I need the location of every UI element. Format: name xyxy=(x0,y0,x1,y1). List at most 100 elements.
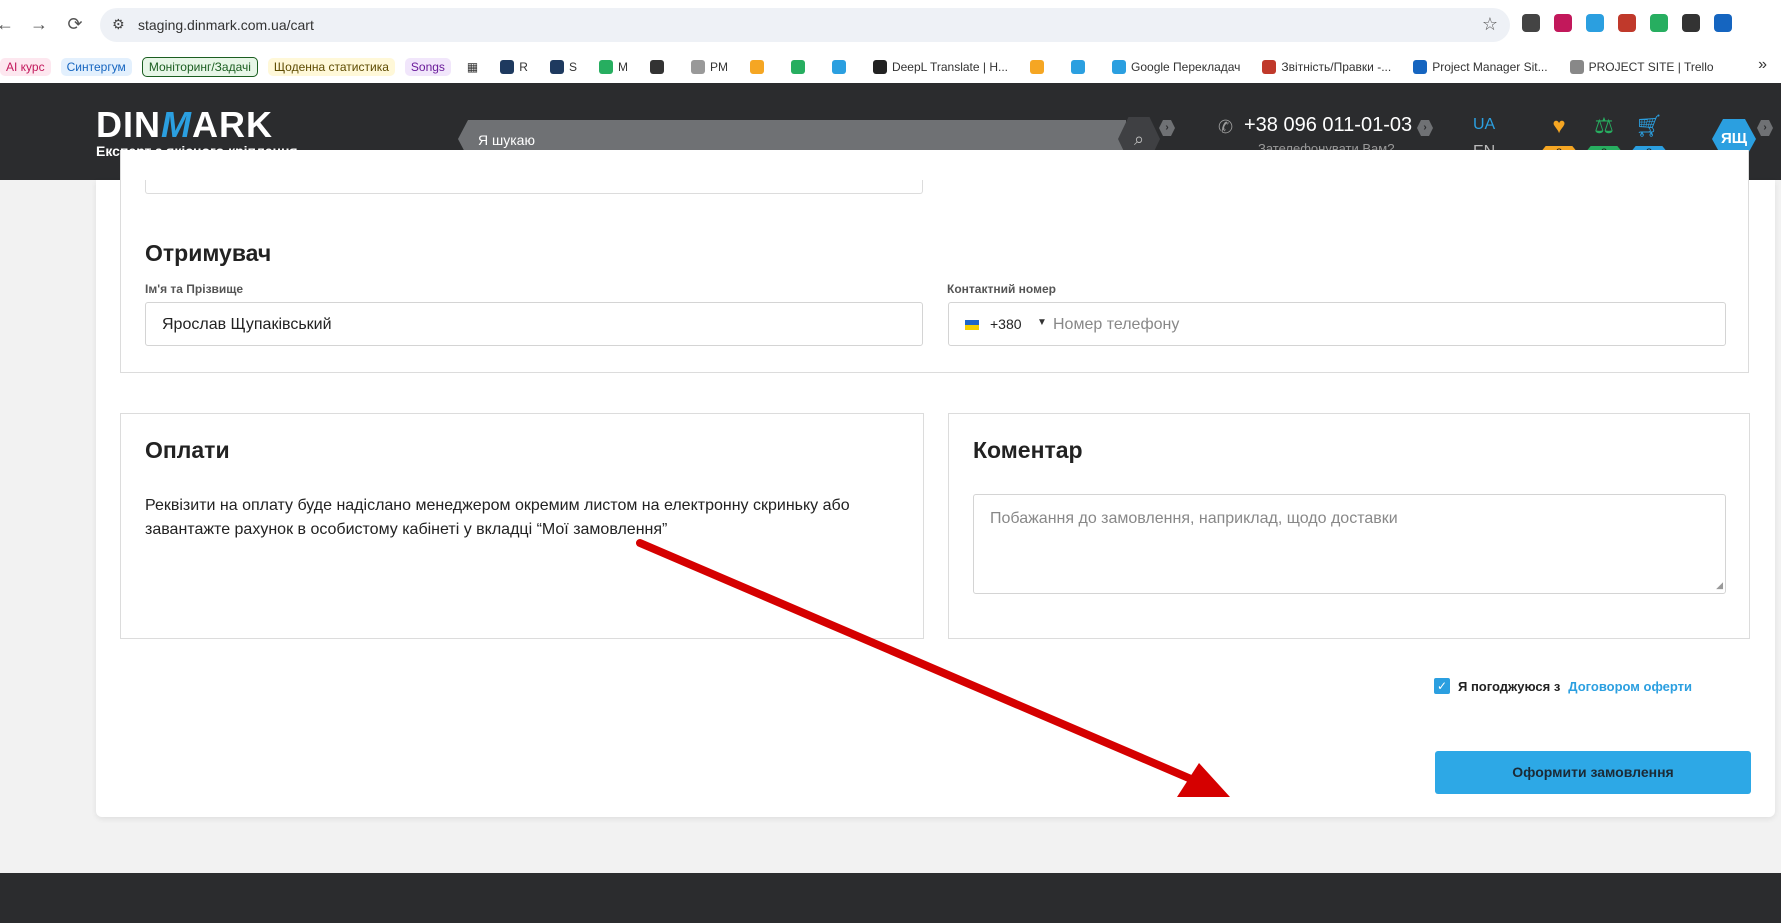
chevron-down-icon[interactable]: ▼ xyxy=(1037,317,1047,328)
bookmark-item[interactable]: S xyxy=(544,58,583,76)
address-bar[interactable]: ⚙ staging.dinmark.com.ua/cart ☆ xyxy=(100,8,1510,42)
logo-text-a: DIN xyxy=(96,104,161,145)
payment-description: Реквізити на оплату буде надіслано менед… xyxy=(145,497,850,538)
logo-text-b: M xyxy=(161,104,192,145)
bookmark-favicon-icon xyxy=(790,59,805,74)
phone-placeholder: Номер телефону xyxy=(1053,316,1180,333)
bookmark-label: M xyxy=(617,59,628,74)
flag-extension-icon[interactable] xyxy=(1714,14,1732,32)
bookmark-label: Songs xyxy=(410,59,445,74)
address-row: ← → ⟳ ⚙ staging.dinmark.com.ua/cart ☆ xyxy=(0,0,1781,50)
compare-scales-icon[interactable]: ⚖ xyxy=(1585,113,1623,139)
bookmark-favicon-icon xyxy=(1569,59,1584,74)
bookmark-item[interactable]: Синтергум xyxy=(60,57,132,76)
agreement-text: Я погоджуюся з xyxy=(1458,678,1561,694)
lang-ua[interactable]: UA xyxy=(1473,116,1495,134)
record-extension-icon[interactable] xyxy=(1650,14,1668,32)
bookmark-favicon-icon xyxy=(831,59,846,74)
phone-country-code[interactable]: +380 xyxy=(990,316,1022,332)
ublock-extension-icon[interactable] xyxy=(1554,14,1572,32)
site-settings-icon[interactable]: ⚙ xyxy=(112,16,125,33)
bookmark-item[interactable] xyxy=(1024,58,1055,76)
agreement-checkbox[interactable]: ✓ xyxy=(1434,678,1450,694)
bookmark-item[interactable]: Project Manager Sit... xyxy=(1407,58,1553,76)
reload-button[interactable]: ⟳ xyxy=(64,13,86,35)
resize-handle-icon[interactable]: ◢ xyxy=(1716,580,1723,591)
b-extension-icon[interactable] xyxy=(1586,14,1604,32)
search-placeholder: Я шукаю xyxy=(478,132,535,148)
avatar-arrow-icon: › xyxy=(1757,120,1773,136)
bookmark-item[interactable] xyxy=(644,58,675,76)
previous-field-bottom[interactable] xyxy=(145,180,923,194)
comment-textarea[interactable]: Побажання до замовлення, наприклад, щодо… xyxy=(973,494,1726,594)
place-order-button[interactable]: Оформити замовлення xyxy=(1435,751,1751,794)
image-extension-icon[interactable] xyxy=(1522,14,1540,32)
recipient-title: Отримувач xyxy=(145,240,272,266)
forward-button[interactable]: → xyxy=(28,13,50,35)
full-name-input[interactable]: Ярослав Щупаківський xyxy=(145,302,923,346)
bookmarks-bar: AI курс Синтергум Моніторинг/Задачі Щоденна… xyxy=(0,50,1781,83)
bookmark-favicon-icon xyxy=(690,59,705,74)
bookmark-label: PROJECT SITE | Trello xyxy=(1588,59,1714,74)
bookmark-item[interactable]: M xyxy=(593,58,634,76)
bookmark-label: Синтергум xyxy=(66,59,126,74)
comment-title: Коментар xyxy=(973,437,1083,463)
bookmark-label: Звітність/Правки -... xyxy=(1281,59,1392,74)
bookmark-item[interactable]: AI курс xyxy=(0,57,51,76)
bookmark-item[interactable]: Щоденна статистика xyxy=(267,57,395,76)
full-name-value: Ярослав Щупаківський xyxy=(162,316,332,333)
ukraine-flag-icon[interactable] xyxy=(965,320,979,330)
browser-chrome: ← → ⟳ ⚙ staging.dinmark.com.ua/cart ☆ AI… xyxy=(0,0,1781,83)
extension-icons xyxy=(1522,14,1732,32)
favorites-heart-icon[interactable]: ♥ xyxy=(1540,113,1578,139)
back-button[interactable]: ← xyxy=(0,13,16,35)
bookmark-item[interactable] xyxy=(785,58,816,76)
bookmark-label: AI курс xyxy=(6,59,45,74)
apps-grid-icon[interactable]: ▦ xyxy=(461,58,484,76)
offer-contract-link[interactable]: Договором оферти xyxy=(1568,679,1692,694)
bookmark-favicon-icon xyxy=(749,59,764,74)
bookmark-item[interactable]: Google Перекладач xyxy=(1106,58,1246,76)
bookmark-label: Google Перекладач xyxy=(1131,59,1241,74)
bookmarks-more-icon[interactable]: » xyxy=(1758,56,1767,74)
bookmark-item[interactable]: Songs xyxy=(404,57,451,76)
bookmark-favicon-icon xyxy=(872,59,887,74)
bookmark-item[interactable]: PM xyxy=(685,58,734,76)
hex-arrow-icon: › xyxy=(1159,120,1175,136)
bookmark-favicon-icon xyxy=(1071,59,1086,74)
phone-icon: ✆ xyxy=(1218,117,1234,137)
bookmark-favicon-icon xyxy=(649,59,664,74)
bookmark-label: R xyxy=(519,59,528,74)
logo-text-c: ARK xyxy=(192,104,273,145)
phone-number[interactable]: +38 096 011-01-03 xyxy=(1244,114,1412,137)
bookmark-favicon-icon xyxy=(1030,59,1045,74)
payment-title: Оплати xyxy=(145,437,230,463)
bookmark-label: DeepL Translate | H... xyxy=(891,59,1009,74)
bookmark-item[interactable]: R xyxy=(494,58,534,76)
bookmark-item[interactable] xyxy=(744,58,775,76)
agreement-row: ✓ Я погоджуюся з Договором оферти xyxy=(1434,678,1692,694)
bookmark-item[interactable] xyxy=(1065,58,1096,76)
translate-extension-icon[interactable] xyxy=(1682,14,1700,32)
s-extension-icon[interactable] xyxy=(1618,14,1636,32)
bookmark-star-icon[interactable]: ☆ xyxy=(1482,14,1498,35)
bookmark-favicon-icon xyxy=(549,59,564,74)
bookmark-item[interactable] xyxy=(826,58,857,76)
bookmark-label: Project Manager Sit... xyxy=(1432,59,1548,74)
address-url[interactable]: staging.dinmark.com.ua/cart xyxy=(138,17,314,33)
bookmark-favicon-icon xyxy=(598,59,613,74)
bookmark-item[interactable]: DeepL Translate | H... xyxy=(867,58,1014,76)
bookmark-favicon-icon xyxy=(500,59,515,74)
name-label: Ім'я та Прізвище xyxy=(145,282,244,296)
bookmark-item[interactable]: PROJECT SITE | Trello xyxy=(1564,58,1720,76)
bookmark-label: Щоденна статистика xyxy=(273,59,389,74)
bookmark-favicon-icon xyxy=(1112,59,1127,74)
bookmark-favicon-icon xyxy=(1262,59,1277,74)
bookmark-favicon-icon xyxy=(1413,59,1428,74)
bookmark-item[interactable]: Звітність/Правки -... xyxy=(1256,58,1397,76)
bookmark-label: S xyxy=(568,59,577,74)
phone-input[interactable]: +380 ▼ Номер телефону xyxy=(948,302,1726,346)
bookmark-label: Моніторинг/Задачі xyxy=(148,59,251,74)
bookmark-item[interactable]: Моніторинг/Задачі xyxy=(141,56,258,77)
cart-icon[interactable]: 🛒︎ xyxy=(1630,113,1668,139)
